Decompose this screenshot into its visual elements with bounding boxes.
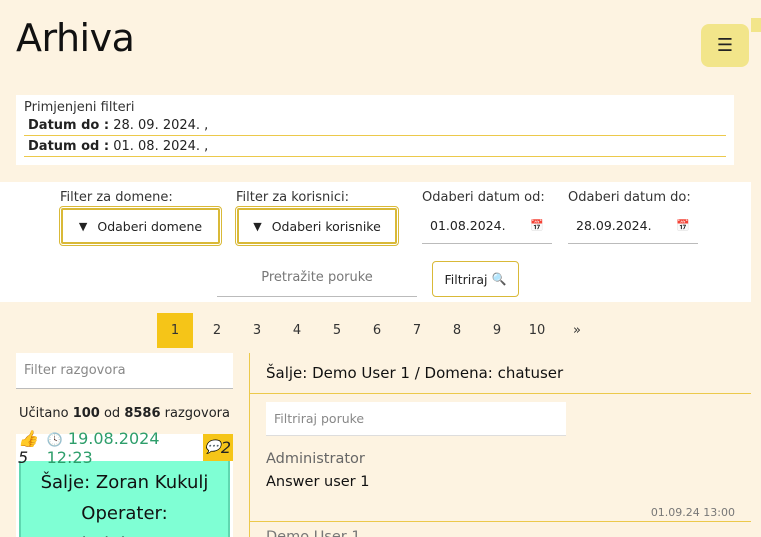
page-link-2[interactable]: 2 [197,313,237,348]
select-users-button[interactable]: ▼ Odaberi korisnike [235,206,399,246]
applied-filter-value: 28. 09. 2024. , [113,118,209,133]
applied-filter-label: Datum od : [28,139,110,154]
applied-filters-heading: Primjenjeni filteri [24,100,135,115]
conversation-card-body: Šalje: Zoran Kukulj Operater: Administra… [19,461,230,537]
filter-button-label: Filtriraj [444,271,488,287]
hamburger-icon: ☰ [716,35,734,56]
search-icon: 🔍 [491,272,507,286]
operator-name: Administrator [21,529,228,537]
date-from-input[interactable]: 01.08.2024. 📅 [422,208,552,244]
conversation-sender: Šalje: Zoran Kukulj [40,472,209,493]
message-sender: Demo User 1 [266,529,361,537]
date-to-label: Odaberi datum do: [568,190,691,205]
thumbs-up-icon: 👍 [18,428,38,448]
pagination: 1 2 3 4 5 6 7 8 9 10 » [157,313,597,348]
page-link-next[interactable]: » [557,313,597,348]
message-count-badge: 💬 2 [202,434,233,461]
conversation-time: 🕓 19.08.2024 12:23 [47,429,203,467]
chat-message: Administrator Answer user 1 01.09.24 13:… [250,450,751,522]
funnel-icon: ▼ [253,219,262,233]
select-users-label: Odaberi korisnike [271,218,381,234]
menu-button[interactable]: ☰ [701,24,749,67]
applied-filter-label: Datum do : [28,118,110,133]
comments-icon: 💬 [204,440,221,455]
loaded-prefix: Učitano [19,406,69,421]
loaded-count-text: Učitano 100 od 8586 razgovora [16,406,233,421]
date-from-value: 01.08.2024. [430,218,506,233]
filter-button[interactable]: Filtriraj 🔍 [432,261,519,297]
domains-filter-label: Filter za domene: [60,190,173,205]
conversation-list: Filter razgovora Učitano 100 od 8586 raz… [16,353,233,537]
likes-count: 5 [18,447,29,467]
applied-filter-date-from: Datum od : 01. 08. 2024. , [24,136,726,157]
loaded-suffix: razgovora [164,406,230,421]
chat-header: Šalje: Demo User 1 / Domena: chatuser [250,353,751,394]
conversation-time-value: 19.08.2024 12:23 [46,428,160,467]
users-filter-label: Filter za korisnici: [236,190,349,205]
message-search-input[interactable]: Pretražite poruke [217,259,417,297]
loaded-mid: od [103,406,121,421]
page-link-3[interactable]: 3 [237,313,277,348]
operator-label: Operater: [81,503,168,524]
applied-filters: Primjenjeni filteri Datum do : 28. 09. 2… [16,95,734,165]
select-domains-label: Odaberi domene [97,218,203,234]
likes-indicator: 👍5 [16,429,47,467]
message-sender: Administrator [266,451,365,467]
message-filter-input[interactable]: Filtriraj poruke [266,402,566,436]
conversation-filter-placeholder: Filter razgovora [24,363,126,378]
page-link-1[interactable]: 1 [157,313,193,348]
loaded-count: 100 [72,406,100,421]
calendar-icon[interactable]: 📅 [676,219,690,232]
clock-icon: 🕓 [46,432,63,448]
applied-filter-value: 01. 08. 2024. , [113,139,209,154]
page-link-8[interactable]: 8 [437,313,477,348]
chat-panel: Šalje: Demo User 1 / Domena: chatuser Fi… [250,353,751,537]
select-domains-button[interactable]: ▼ Odaberi domene [59,206,222,246]
page-link-5[interactable]: 5 [317,313,357,348]
message-text: Answer user 1 [266,474,370,490]
date-to-value: 28.09.2024. [576,218,652,233]
page-link-6[interactable]: 6 [357,313,397,348]
page-link-4[interactable]: 4 [277,313,317,348]
page-link-10[interactable]: 10 [517,313,557,348]
message-filter-placeholder: Filtriraj poruke [274,411,365,426]
page-link-7[interactable]: 7 [397,313,437,348]
loaded-total: 8586 [124,406,161,421]
date-from-label: Odaberi datum od: [422,190,545,205]
date-to-input[interactable]: 28.09.2024. 📅 [568,208,698,244]
corner-decoration [751,18,761,32]
message-search-placeholder: Pretražite poruke [261,270,373,285]
calendar-icon[interactable]: 📅 [530,219,544,232]
message-count: 2 [220,438,231,457]
page-link-9[interactable]: 9 [477,313,517,348]
message-timestamp: 01.09.24 13:00 [650,506,735,519]
funnel-icon: ▼ [78,219,88,233]
page-title: Arhiva [16,16,135,60]
conversation-filter-input[interactable]: Filter razgovora [16,353,233,389]
applied-filter-date-to: Datum do : 28. 09. 2024. , [24,115,726,136]
conversation-card[interactable]: 👍5 🕓 19.08.2024 12:23 💬 2 Šalje: Zoran Ku… [16,429,233,537]
